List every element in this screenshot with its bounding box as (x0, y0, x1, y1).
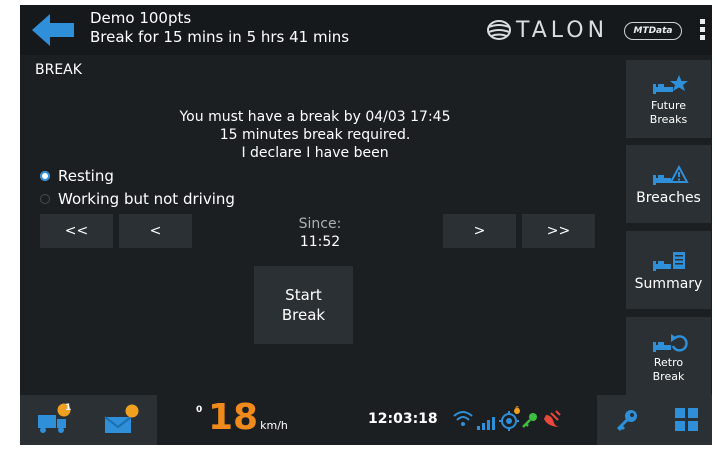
talon-logo-text: TALON (516, 17, 609, 43)
app-frame: Demo 100pts Break for 15 mins in 5 hrs 4… (20, 5, 712, 445)
message-deadline: You must have a break by 04/03 17:45 (179, 109, 451, 125)
driver-name: Demo 100pts (90, 9, 192, 27)
wifi-icon (453, 411, 473, 426)
key-button[interactable] (602, 395, 652, 445)
message-required: 15 minutes break required. (219, 127, 411, 143)
bed-document-icon (652, 252, 685, 271)
break-notice: Break for 15 mins in 5 hrs 41 mins (90, 28, 350, 46)
gps-badge: 6 (515, 405, 520, 413)
summary-label: Summary (634, 276, 703, 292)
key-icon (616, 410, 637, 432)
radio-working[interactable]: Working but not driving (40, 190, 235, 208)
mail-icon (104, 404, 139, 433)
nav-first-button[interactable]: << (40, 214, 113, 248)
retro-break-line2: Break (652, 370, 685, 383)
bed-warning-icon (652, 164, 689, 185)
speed-value: 18 (208, 397, 259, 438)
since-time: 11:52 (299, 234, 341, 250)
since-display: Since: 11:52 (270, 215, 370, 251)
section-title: BREAK (35, 62, 82, 78)
radio-resting[interactable]: Resting (40, 167, 114, 185)
break-message: You must have a break by 04/03 17:45 15 … (140, 108, 490, 162)
jobs-button[interactable]: 1 (28, 395, 80, 445)
messages-badge: 0 (196, 405, 203, 415)
nav-prev-button[interactable]: < (119, 214, 192, 248)
start-break-line1: Start (285, 286, 322, 304)
back-arrow-icon (32, 14, 74, 46)
apps-grid-icon (675, 408, 698, 431)
satellite-icon (544, 410, 561, 427)
since-label: Since: (298, 216, 342, 232)
apps-grid-button[interactable] (662, 395, 712, 445)
sidebar-item-retro-break[interactable]: Retro Break (626, 317, 711, 395)
future-breaks-line1: Future (650, 99, 687, 112)
radio-unselected-icon (40, 194, 50, 204)
jobs-badge: 1 (65, 403, 72, 413)
nav-next-button[interactable]: > (443, 214, 516, 248)
radio-selected-icon (40, 171, 50, 181)
radio-working-label: Working but not driving (58, 190, 235, 208)
sidebar: Future Breaks Breaches Summary Retro Bre… (626, 60, 712, 395)
sidebar-item-summary[interactable]: Summary (626, 231, 711, 309)
talon-globe-icon (487, 20, 511, 40)
radio-resting-label: Resting (58, 167, 114, 185)
start-break-line2: Break (281, 306, 326, 324)
speedometer: 18 km/h (208, 398, 288, 438)
bottom-bar: 1 0 18 km/h 12:03:18 6 (20, 395, 712, 445)
menu-kebab-icon[interactable] (698, 19, 706, 43)
back-button[interactable] (30, 11, 76, 49)
signal-bars-icon (477, 417, 495, 430)
retro-break-line1: Retro (653, 356, 684, 369)
speed-unit: km/h (260, 419, 288, 432)
sidebar-item-future-breaks[interactable]: Future Breaks (626, 60, 711, 138)
talon-logo: TALON (486, 15, 608, 45)
mtdata-logo: MTData (624, 22, 682, 40)
breaches-label: Breaches (636, 190, 701, 206)
future-breaks-line2: Breaks (649, 113, 688, 126)
driver-info: Demo 100pts Break for 15 mins in 5 hrs 4… (90, 9, 349, 47)
messages-button[interactable]: 0 (94, 395, 202, 445)
sidebar-item-breaches[interactable]: Breaches (626, 145, 711, 223)
bed-star-icon (652, 75, 688, 94)
bed-undo-icon (652, 334, 688, 352)
message-declare: I declare I have been (241, 145, 389, 161)
start-break-button[interactable]: Start Break (254, 266, 353, 344)
green-key-icon (522, 413, 537, 428)
clock: 12:03:18 (368, 411, 438, 427)
nav-last-button[interactable]: >> (522, 214, 595, 248)
header-bar: Demo 100pts Break for 15 mins in 5 hrs 4… (20, 5, 712, 55)
